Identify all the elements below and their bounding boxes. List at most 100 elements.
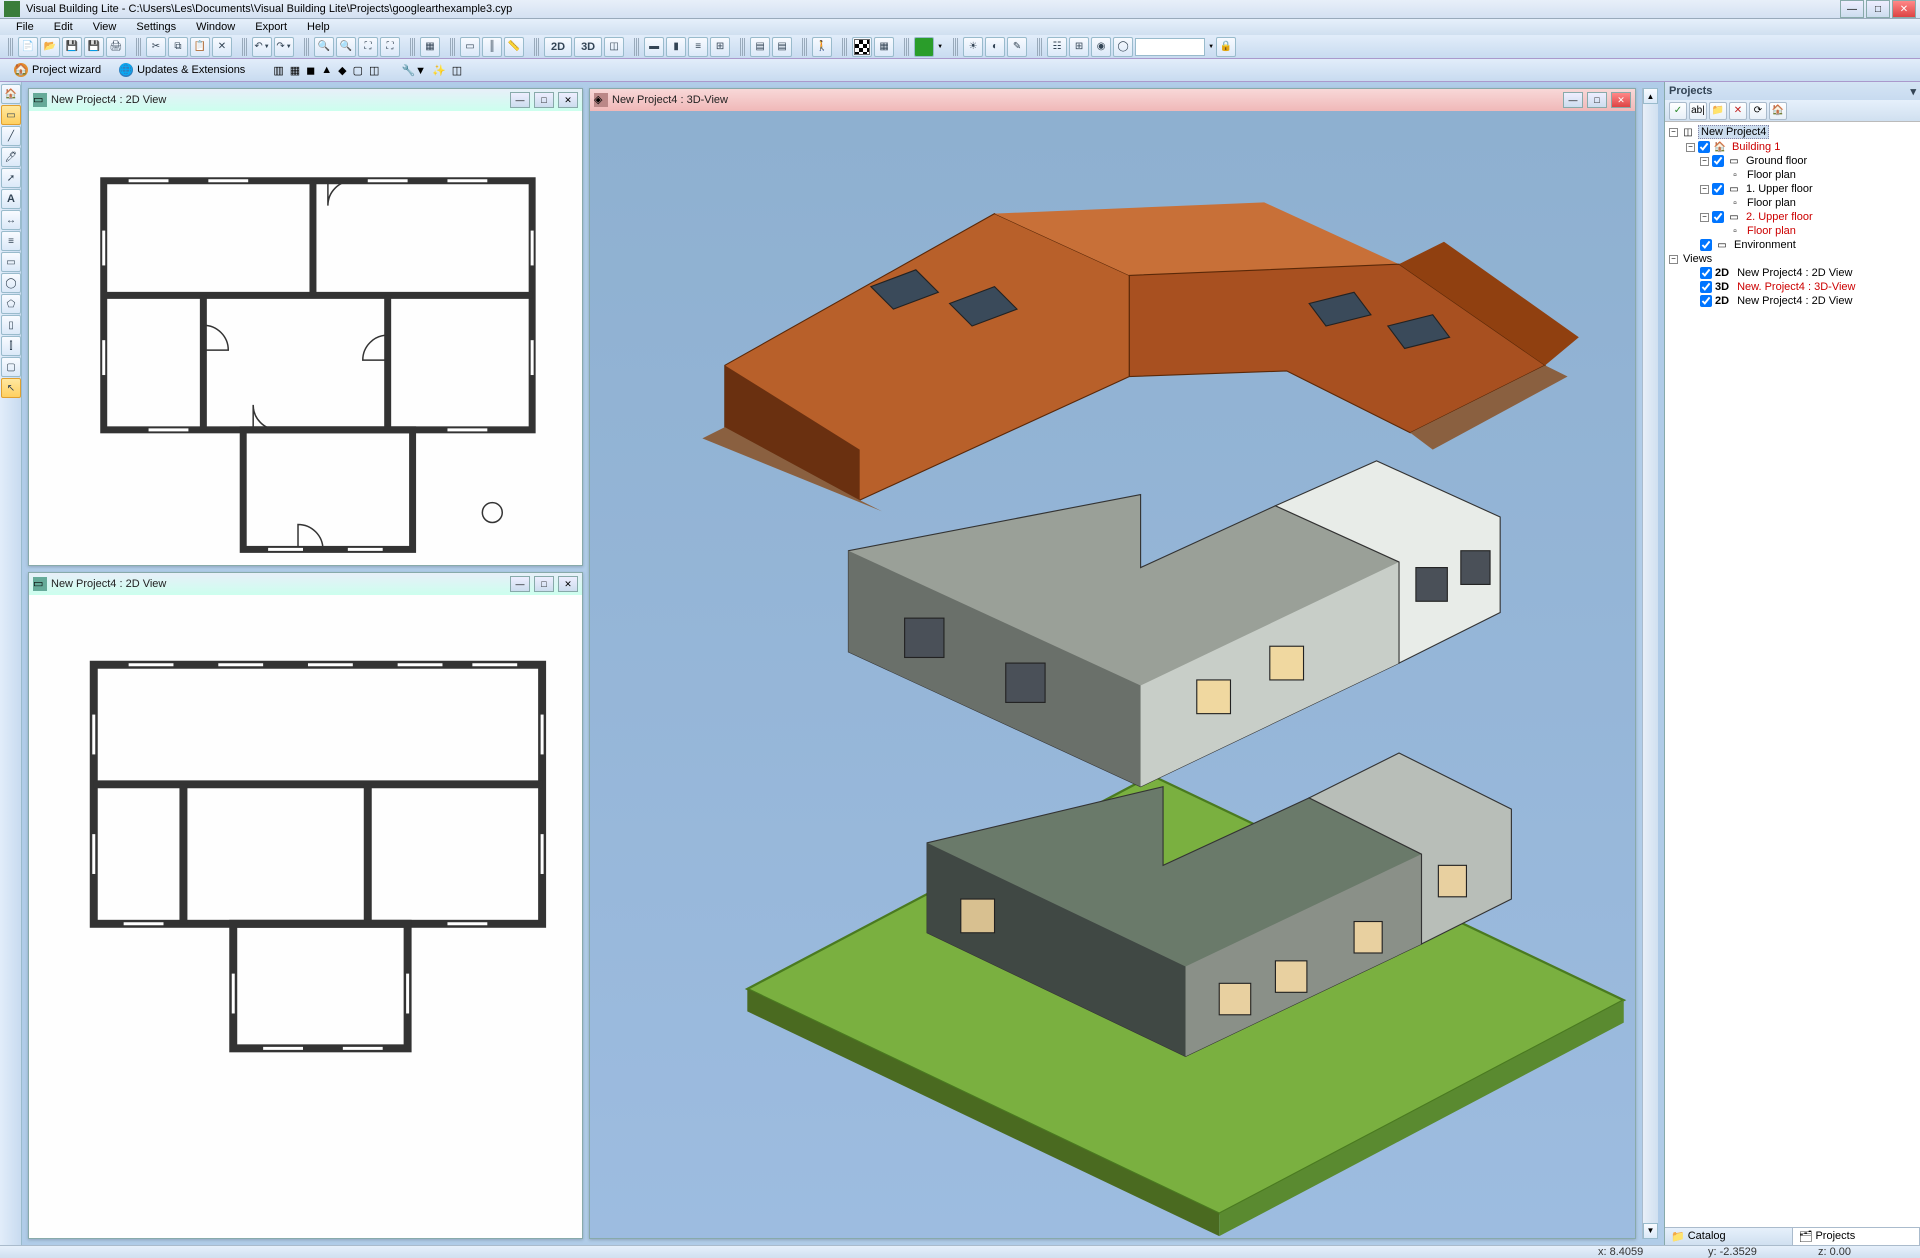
window-3d-maximize[interactable]: □ [1587,92,1607,108]
layer-button[interactable]: ▦ [420,37,440,57]
home-project-button[interactable]: 🏠 [1769,102,1787,120]
toolbar-grip[interactable] [953,38,959,56]
tree-visibility-checkbox[interactable] [1700,267,1712,279]
toolbar-grip[interactable] [8,38,14,56]
tree-view2-label[interactable]: New. Project4 : 3D-View [1735,281,1857,293]
paste-button[interactable]: 📋 [190,37,210,57]
cascade-button[interactable]: ≡ [688,37,708,57]
tool-g[interactable]: ◫ [369,64,379,77]
window-2d-b-minimize[interactable]: — [510,576,530,592]
project-wizard-button[interactable]: 🏠 Project wizard [8,61,107,79]
tree-visibility-checkbox[interactable] [1712,183,1724,195]
tree-floorplan-1[interactable]: ▫ Floor plan [1667,168,1918,182]
wall-tool[interactable]: ║ [482,37,502,57]
tree-visibility-checkbox[interactable] [1698,141,1710,153]
menu-settings[interactable]: Settings [126,19,186,35]
window-2d-a-close[interactable]: ✕ [558,92,578,108]
compass-button[interactable]: ◯ [1113,37,1133,57]
tree-building-label[interactable]: Building 1 [1730,141,1782,153]
window-2d-a-maximize[interactable]: □ [534,92,554,108]
window-2d-a-minimize[interactable]: — [510,92,530,108]
tree-view-3[interactable]: 2D New Project4 : 2D View [1667,294,1918,308]
menu-help[interactable]: Help [297,19,340,35]
tree-upper-floor-2[interactable]: − ▭ 2. Upper floor [1667,210,1918,224]
tree-visibility-checkbox[interactable] [1700,295,1712,307]
select-tool[interactable]: ▭ [460,37,480,57]
redo-button[interactable]: ↷▼ [274,37,294,57]
tree-floorplan-2[interactable]: ▫ Floor plan [1667,196,1918,210]
zoom-out-button[interactable]: 🔍 [336,37,356,57]
tree-view3-label[interactable]: New Project4 : 2D View [1735,295,1854,307]
arrange-button[interactable]: ⊞ [710,37,730,57]
window-2d-b-close[interactable]: ✕ [558,576,578,592]
vtool-rect[interactable]: ▭ [1,252,21,272]
edit-button[interactable]: ✎ [1007,37,1027,57]
toolbar-grip[interactable] [410,38,416,56]
tree-upper1-label[interactable]: 1. Upper floor [1744,183,1815,195]
toolbar-grip[interactable] [802,38,808,56]
vtool-dim[interactable]: ↔ [1,210,21,230]
tab-catalog[interactable]: 📁 Catalog [1665,1228,1793,1245]
projects-panel-header[interactable]: Projects ▾ [1665,82,1920,100]
vtool-cursor[interactable]: ↖ [1,378,21,398]
maximize-button[interactable]: □ [1866,0,1890,18]
tree-root[interactable]: − ◫ New Project4 [1667,124,1918,140]
zoom-in-button[interactable]: 🔍 [314,37,334,57]
view-3d-canvas[interactable] [590,111,1635,1238]
vtool-pen[interactable]: 🖊 [1,147,21,167]
cut-button[interactable]: ✂ [146,37,166,57]
color-button[interactable] [914,37,934,57]
expand-icon[interactable]: − [1700,213,1709,222]
tool-wand[interactable]: ✨ [432,64,446,77]
toolbar-grip[interactable] [242,38,248,56]
tree-ground-label[interactable]: Ground floor [1744,155,1809,167]
toolbar-grip[interactable] [136,38,142,56]
window-2d-a-titlebar[interactable]: ▭ New Project4 : 2D View — □ ✕ [29,89,582,111]
panel-menu-icon[interactable]: ▾ [1910,85,1916,98]
tool-c[interactable]: ◼ [306,64,315,77]
zoom-fit-button[interactable]: ⛶ [358,37,378,57]
vtool-wall[interactable]: ▯ [1,315,21,335]
vtool-home[interactable]: 🏠 [1,84,21,104]
toolbar-grip[interactable] [1037,38,1043,56]
render-button[interactable]: ☀ [963,37,983,57]
open-button[interactable]: 📂 [40,37,60,57]
tree-root-label[interactable]: New Project4 [1698,125,1769,139]
expand-icon[interactable]: − [1669,255,1678,264]
toolbar-grip[interactable] [904,38,910,56]
tree-ground-floor[interactable]: − ▭ Ground floor [1667,154,1918,168]
tile-h-button[interactable]: ▬ [644,37,664,57]
view-2d-a-canvas[interactable] [29,111,582,565]
tool-a[interactable]: ▥ [273,64,283,77]
undo-button[interactable]: ↶▼ [252,37,272,57]
texture-button[interactable] [852,37,872,57]
tool-b[interactable]: ▦ [290,64,300,77]
tree-environment[interactable]: ▭ Environment [1667,238,1918,252]
vtool-arrow[interactable]: ➚ [1,168,21,188]
measure-tool[interactable]: 📏 [504,37,524,57]
tool-cube[interactable]: ◫ [452,64,462,77]
tree-visibility-checkbox[interactable] [1700,281,1712,293]
tree-upper-floor-1[interactable]: − ▭ 1. Upper floor [1667,182,1918,196]
tool-wrench[interactable]: 🔧▼ [401,64,426,77]
texture2-button[interactable]: ▦ [874,37,894,57]
toolbar-grip[interactable] [740,38,746,56]
snap-button[interactable]: ◉ [1091,37,1111,57]
expand-icon[interactable]: − [1700,157,1709,166]
tree-views-label[interactable]: Views [1681,253,1714,265]
tree-views[interactable]: − Views [1667,252,1918,266]
tree-upper2-label[interactable]: 2. Upper floor [1744,211,1815,223]
tile-v-button[interactable]: ▮ [666,37,686,57]
window-3d-minimize[interactable]: — [1563,92,1583,108]
tool-d[interactable]: ▲ [321,64,332,76]
tree-view-1[interactable]: 2D New Project4 : 2D View [1667,266,1918,280]
toolbar-grip[interactable] [842,38,848,56]
tree-env-label[interactable]: Environment [1732,239,1798,251]
new-folder-button[interactable]: 📁 [1709,102,1727,120]
minimize-button[interactable]: — [1840,0,1864,18]
window-2d-b-maximize[interactable]: □ [534,576,554,592]
tool-e[interactable]: ◆ [338,64,346,77]
grid-button[interactable]: ⊞ [1069,37,1089,57]
vtool-door[interactable]: ⫿ [1,336,21,356]
coordinate-input[interactable] [1135,38,1205,56]
